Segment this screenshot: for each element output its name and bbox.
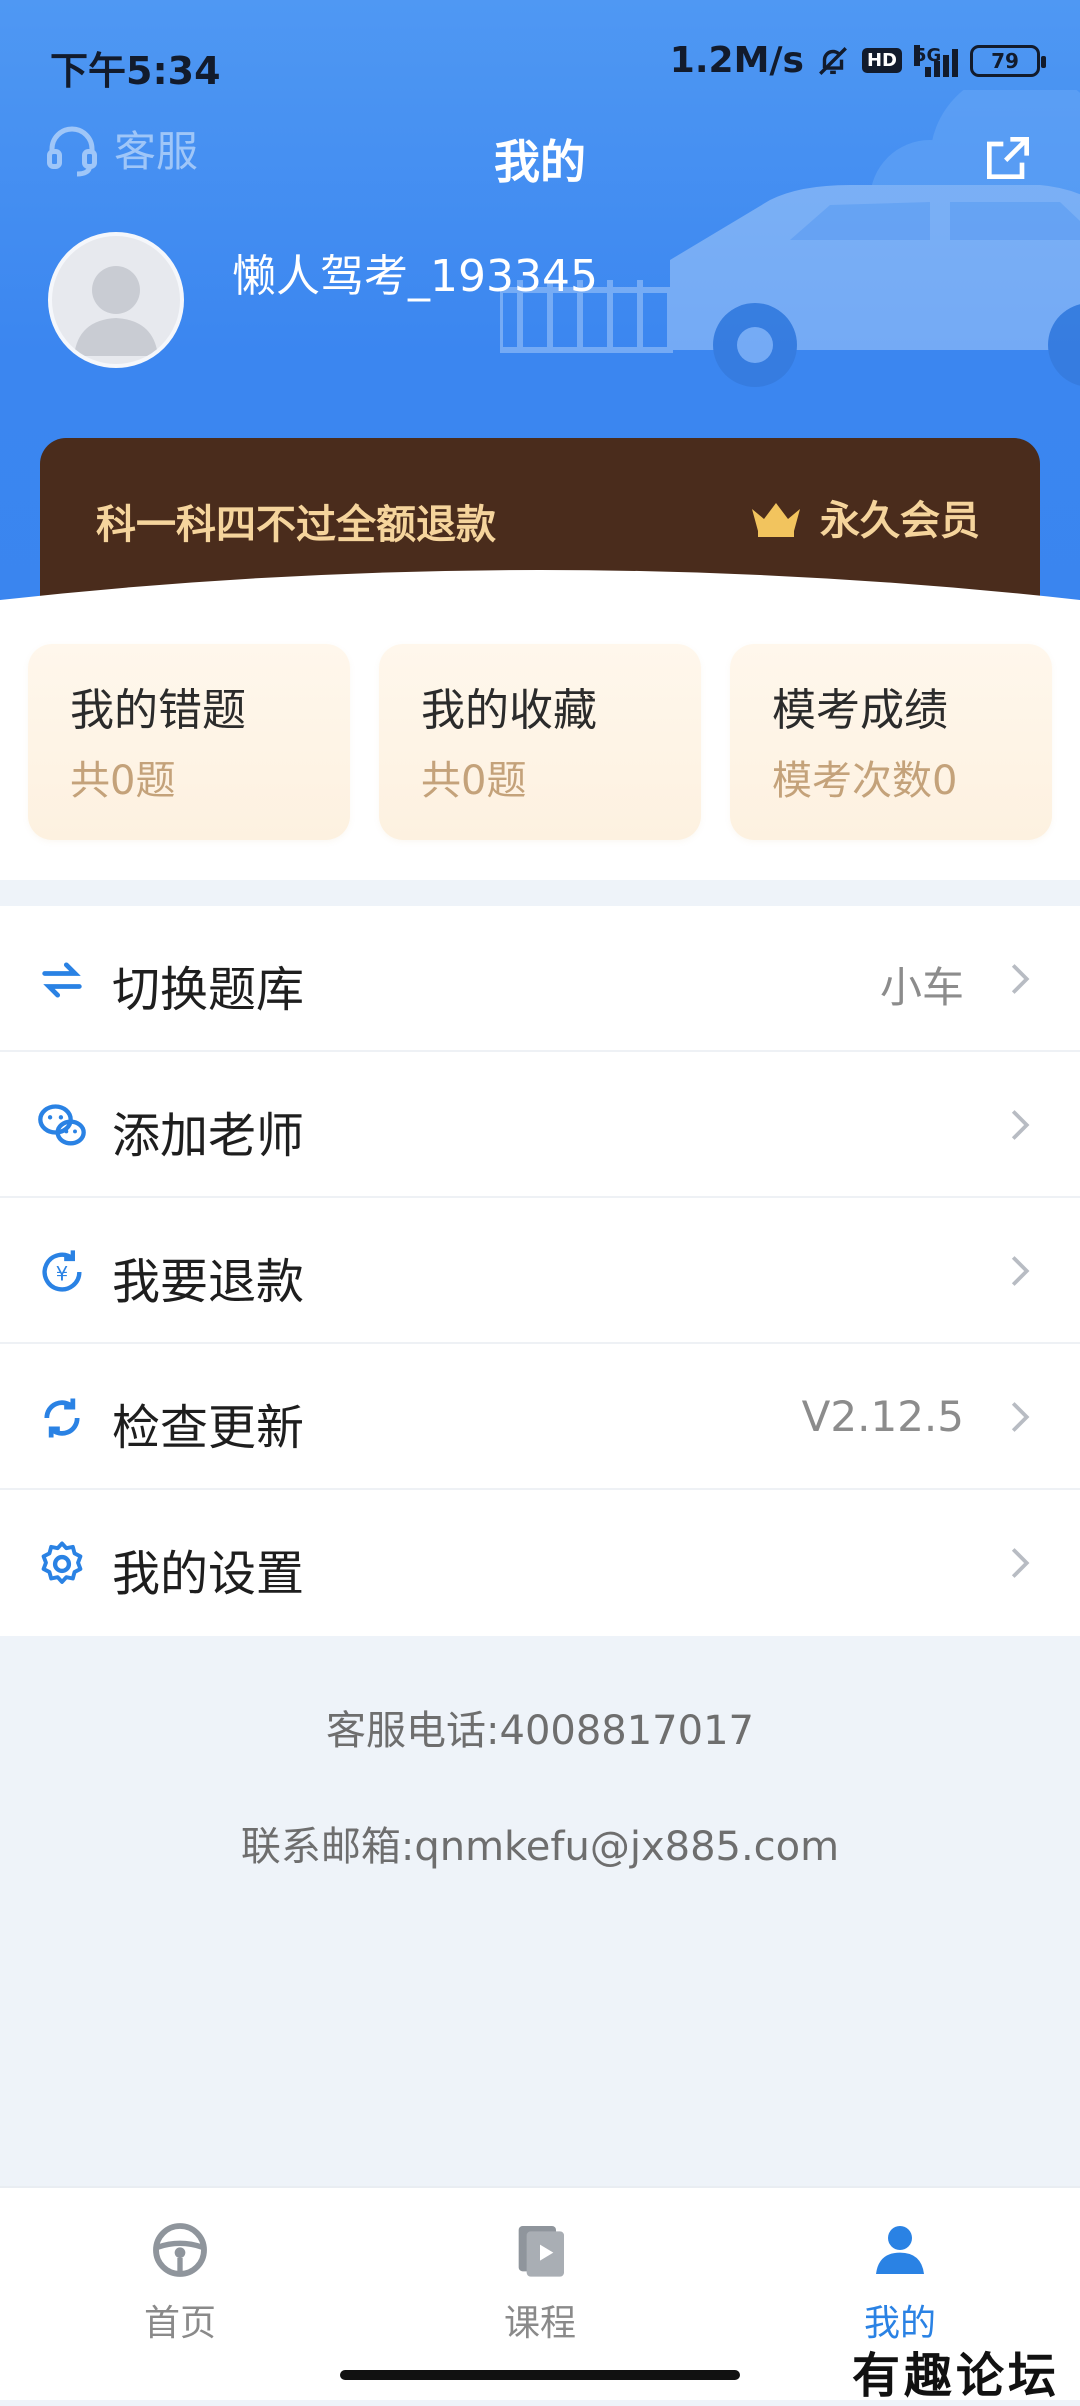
course-icon: [518, 2226, 564, 2277]
chevron-right-icon: [1011, 1110, 1030, 1140]
header-curve: [0, 570, 1080, 640]
tab-label: 首页: [143, 2303, 216, 2344]
stat-card-wrong-questions[interactable]: 我的错题 共0题: [28, 644, 350, 840]
tab-mine[interactable]: 我的: [800, 2218, 1000, 2346]
mute-bell-icon: [819, 46, 847, 75]
menu-item-add-teacher[interactable]: 添加老师: [0, 1052, 1080, 1198]
menu-label: 检查更新: [112, 1400, 305, 1456]
page-title: 我的: [494, 135, 586, 189]
stat-title: 我的错题: [70, 685, 246, 736]
battery-icon: 79: [970, 44, 1046, 77]
net-speed: 1.2M/s: [669, 40, 804, 81]
chevron-right-icon: [1011, 964, 1030, 994]
menu-item-check-update[interactable]: 检查更新 V2.12.5: [0, 1344, 1080, 1490]
chevron-right-icon: [1011, 1256, 1030, 1286]
stats-section: 我的错题 共0题 我的收藏 共0题 模考成绩 模考次数0: [0, 640, 1080, 880]
home-indicator[interactable]: [340, 2370, 740, 2380]
menu-item-settings[interactable]: 我的设置: [0, 1490, 1080, 1636]
wechat-icon: [38, 1104, 86, 1146]
steering-wheel-icon: [153, 2223, 207, 2277]
contact-email[interactable]: 联系邮箱:qnmkefu@jx885.com: [0, 1814, 1080, 1872]
chevron-right-icon: [1011, 1402, 1030, 1432]
top-bar: 客服 我的: [0, 118, 1080, 198]
settings-menu: 切换题库 小车 添加老师 ¥ 我要退款 检查更新 V2.12.5 我的设置: [0, 906, 1080, 1636]
menu-label: 添加老师: [112, 1108, 305, 1164]
settings-icon: [41, 1541, 83, 1584]
stat-subtitle: 共0题: [70, 758, 176, 804]
default-avatar-icon: [74, 266, 158, 356]
stat-card-mock-exam[interactable]: 模考成绩 模考次数0: [730, 644, 1052, 840]
status-time: 下午5:34: [50, 49, 221, 93]
menu-item-switch-bank[interactable]: 切换题库 小车: [0, 906, 1080, 1052]
menu-value: 小车: [879, 963, 964, 1012]
avatar[interactable]: [48, 232, 184, 368]
refund-icon: ¥: [42, 1250, 82, 1292]
service-phone[interactable]: 客服电话:4008817017: [0, 1698, 1080, 1756]
status-bar: 下午5:34 1.2M/s HD 5G 79: [0, 0, 1080, 120]
network-type: 5G: [914, 44, 942, 66]
status-icons: 1.2M/s HD 5G 79: [669, 40, 1046, 81]
stat-subtitle: 模考次数0: [772, 758, 958, 804]
stat-title: 模考成绩: [772, 685, 948, 736]
vip-badge: 永久会员: [748, 488, 980, 546]
tab-course[interactable]: 课程: [440, 2218, 640, 2346]
tab-home[interactable]: 首页: [80, 2218, 280, 2346]
stat-card-favorites[interactable]: 我的收藏 共0题: [379, 644, 701, 840]
vip-badge-label: 永久会员: [820, 498, 980, 544]
crown-icon: [752, 503, 800, 537]
vip-promo-text: 科一科四不过全额退款: [96, 502, 496, 548]
username[interactable]: 懒人驾考_193345: [232, 240, 598, 304]
share-icon[interactable]: [980, 130, 1036, 186]
tab-label: 课程: [503, 2303, 576, 2344]
chevron-right-icon: [1011, 1548, 1030, 1578]
update-icon: [44, 1398, 80, 1438]
forum-watermark: 有趣论坛: [851, 2348, 1060, 2404]
menu-label: 切换题库: [112, 962, 305, 1018]
hd-badge: HD: [861, 48, 902, 73]
switch-icon: [42, 962, 82, 998]
signal-icon: 5G: [914, 44, 958, 77]
stat-title: 我的收藏: [421, 685, 597, 736]
profile-icon: [876, 2226, 924, 2274]
menu-item-refund[interactable]: ¥ 我要退款: [0, 1198, 1080, 1344]
profile-header: 下午5:34 1.2M/s HD 5G 79 客服 我的 懒人驾考_193345…: [0, 0, 1080, 640]
version-value: V2.12.5: [801, 1392, 964, 1441]
stat-subtitle: 共0题: [421, 758, 527, 804]
svg-text:¥: ¥: [56, 1263, 68, 1286]
battery-level: 79: [991, 48, 1019, 73]
menu-label: 我要退款: [112, 1254, 305, 1310]
menu-label: 我的设置: [112, 1546, 305, 1602]
